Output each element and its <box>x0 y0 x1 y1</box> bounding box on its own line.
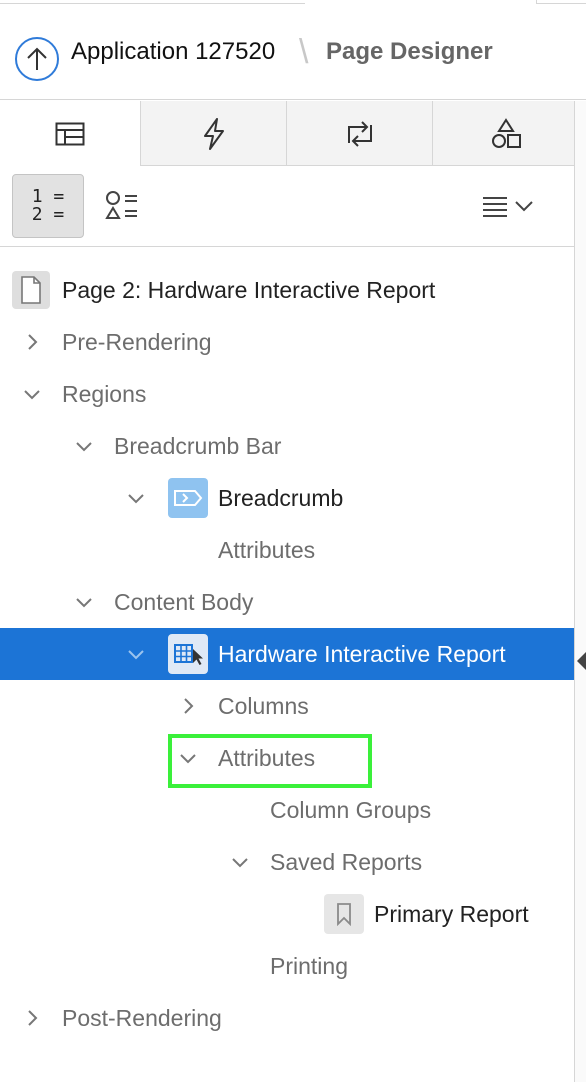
tree-node-saved-reports[interactable]: Saved Reports <box>0 836 574 888</box>
chevron-down-icon[interactable] <box>123 485 149 511</box>
bookmark-icon <box>324 894 364 934</box>
processing-arrows-icon <box>347 120 372 147</box>
tree-node-post-rendering[interactable]: Post-Rendering <box>0 992 574 1044</box>
chevron-down-icon[interactable] <box>227 849 253 875</box>
tree-node-breadcrumb[interactable]: Breadcrumb <box>0 472 574 524</box>
tree-node-content-body[interactable]: Content Body <box>0 576 574 628</box>
tab-rendering[interactable] <box>0 101 140 167</box>
chevron-down-icon[interactable] <box>71 589 97 615</box>
breadcrumb-label: Breadcrumb <box>218 484 344 511</box>
previous-tab-edge <box>0 0 305 4</box>
splitter-rail[interactable] <box>574 101 586 1082</box>
columns-label: Columns <box>218 692 309 719</box>
tree-toolbar: 1 = 2 = <box>0 166 586 247</box>
tree-node-regions[interactable]: Regions <box>0 368 574 420</box>
tree-node-breadcrumb-bar[interactable]: Breadcrumb Bar <box>0 420 574 472</box>
designer-tabs <box>0 101 586 167</box>
lightning-bolt-icon <box>203 117 224 150</box>
highlight-box <box>168 734 372 788</box>
post-rendering-label: Post-Rendering <box>62 1004 222 1031</box>
breadcrumb-bar-label: Breadcrumb Bar <box>114 432 282 459</box>
application-title[interactable]: Application 127520 <box>71 38 275 66</box>
shapes-icon <box>491 117 521 148</box>
grouped-list-icon[interactable] <box>86 174 158 238</box>
splitter-handle-icon[interactable] <box>577 652 586 670</box>
chevron-down-icon[interactable] <box>71 433 97 459</box>
numbered-list-icon[interactable]: 1 = 2 = <box>12 174 84 238</box>
order-view-label: 1 = 2 = <box>31 186 65 225</box>
interactive-report-icon <box>168 634 208 674</box>
rendering-tree: Page 2: Hardware Interactive Report Pre-… <box>0 248 586 1082</box>
up-arrow-icon[interactable] <box>15 37 59 81</box>
regions-label: Regions <box>62 380 147 407</box>
tree-node-breadcrumb-attributes[interactable]: Attributes <box>0 524 574 576</box>
page-node-label: Page 2: Hardware Interactive Report <box>62 276 436 303</box>
breadcrumb-region-icon <box>168 478 208 518</box>
tree-node-columns[interactable]: Columns <box>0 680 574 732</box>
chevron-right-icon[interactable] <box>175 693 201 719</box>
view-menu-button[interactable] <box>472 174 544 238</box>
page-designer-header: Application 127520 \ Page Designer <box>0 6 586 100</box>
page-designer-title: Page Designer <box>326 38 493 65</box>
tree-node-hardware-interactive-report[interactable]: Hardware Interactive Report <box>0 628 574 680</box>
primary-report-label: Primary Report <box>374 900 529 927</box>
tab-processing[interactable] <box>286 101 432 166</box>
content-body-label: Content Body <box>114 588 254 615</box>
tree-node-primary-report[interactable]: Primary Report <box>0 888 574 940</box>
report-region-label: Hardware Interactive Report <box>218 640 506 667</box>
next-tab-edge <box>536 0 586 4</box>
printing-label: Printing <box>270 952 348 979</box>
rendering-tree-icon <box>55 122 85 145</box>
pre-rendering-label: Pre-Rendering <box>62 328 212 355</box>
page-icon <box>12 271 50 309</box>
saved-reports-label: Saved Reports <box>270 848 423 875</box>
chevron-down-icon[interactable] <box>19 381 45 407</box>
tree-node-pre-rendering[interactable]: Pre-Rendering <box>0 316 574 368</box>
chevron-down-icon[interactable] <box>123 641 149 667</box>
chevron-right-icon[interactable] <box>19 329 45 355</box>
chevron-right-icon[interactable] <box>19 1005 45 1031</box>
tree-node-page[interactable]: Page 2: Hardware Interactive Report <box>0 264 574 316</box>
tree-node-printing[interactable]: Printing <box>0 940 574 992</box>
column-groups-label: Column Groups <box>270 796 432 823</box>
chevron-down-icon <box>515 201 533 212</box>
tab-shared-components[interactable] <box>432 101 578 166</box>
breadcrumb-separator: \ <box>299 33 309 71</box>
breadcrumb-attributes-label: Attributes <box>218 536 316 563</box>
tree-node-column-groups[interactable]: Column Groups <box>0 784 574 836</box>
tab-dynamic-actions[interactable] <box>140 101 286 166</box>
menu-icon <box>483 197 507 217</box>
